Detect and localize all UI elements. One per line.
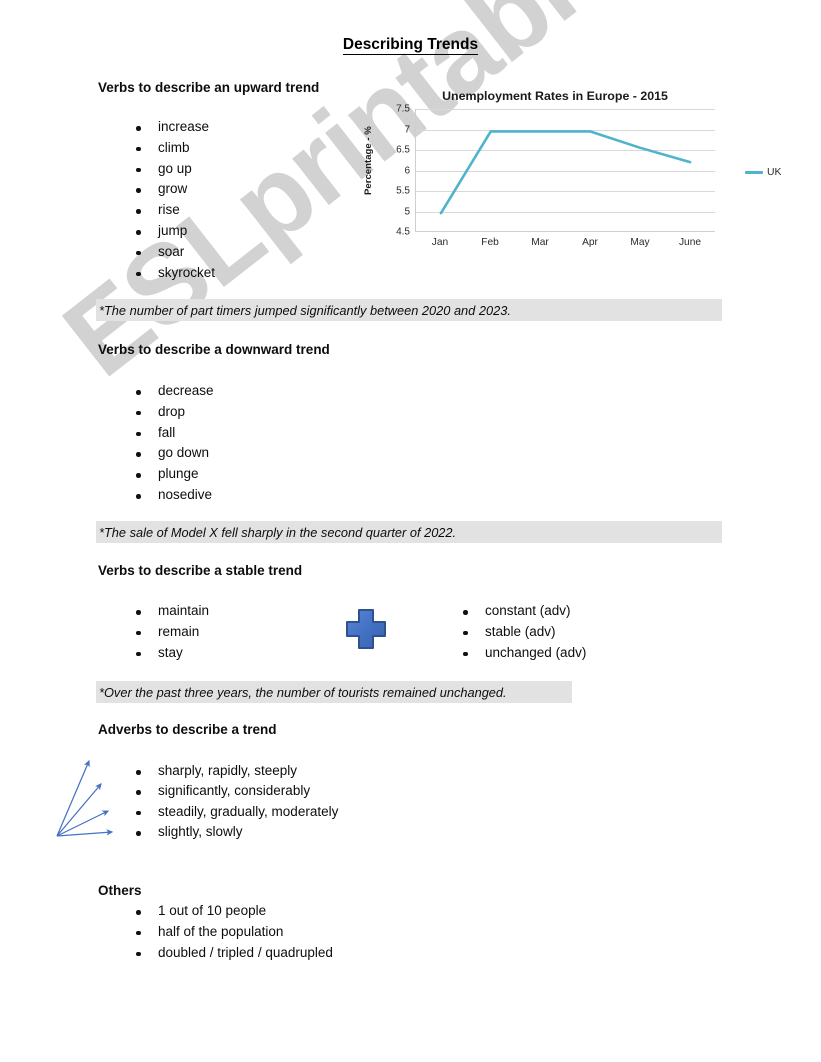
plus-shape-svg — [346, 609, 386, 649]
chart-y-tick-label: 4.5 — [396, 226, 410, 238]
list-item: stay — [128, 643, 209, 664]
list-downward-verbs: decrease drop fall go down plunge nosedi… — [128, 381, 214, 506]
blue-plus-icon — [344, 607, 388, 651]
list-item: go up — [128, 159, 215, 180]
example-banner-3: *Over the past three years, the number o… — [96, 681, 572, 703]
list-others: 1 out of 10 people half of the populatio… — [128, 901, 333, 963]
list-adverbs: sharply, rapidly, steeply significantly,… — [128, 761, 338, 843]
list-item: go down — [128, 443, 214, 464]
list-item: fall — [128, 423, 214, 444]
chart-y-axis-ticks: 4.5 5 5.5 6 6.5 7 7.5 — [376, 104, 410, 238]
example-text: *The number of part timers jumped signif… — [99, 302, 511, 318]
list-item: stable (adv) — [455, 622, 586, 643]
chart-y-tick-label: 6.5 — [396, 144, 410, 156]
chart-plot-area — [415, 109, 715, 232]
legend-swatch-uk — [745, 171, 763, 174]
list-item: decrease — [128, 381, 214, 402]
list-item: significantly, considerably — [128, 781, 338, 801]
list-item: jump — [128, 221, 215, 242]
list-item: doubled / tripled / quadrupled — [128, 943, 333, 964]
arrow-moderate — [56, 783, 102, 837]
example-text: *The sale of Model X fell sharply in the… — [99, 524, 457, 540]
chart-y-axis-label: Percentage - % — [363, 126, 374, 195]
trend-arrows-group — [50, 745, 130, 850]
list-item: increase — [128, 117, 215, 138]
legend-label-uk: UK — [767, 167, 782, 178]
list-item: maintain — [128, 601, 209, 622]
heading-downward-trend: Verbs to describe a downward trend — [98, 342, 330, 357]
unemployment-line-chart: Unemployment Rates in Europe - 2015 Perc… — [360, 85, 805, 275]
chart-title: Unemployment Rates in Europe - 2015 — [442, 89, 668, 103]
page-title-text: Describing Trends — [342, 36, 479, 55]
list-item: plunge — [128, 464, 214, 485]
chart-x-tick-label: Apr — [582, 237, 598, 248]
list-item: nosedive — [128, 485, 214, 506]
example-banner-1: *The number of part timers jumped signif… — [96, 299, 722, 321]
worksheet-page: Describing Trends Verbs to describe an u… — [0, 0, 821, 1062]
chart-legend: UK — [745, 167, 781, 178]
chart-x-tick-label: Feb — [481, 237, 499, 248]
list-item: remain — [128, 622, 209, 643]
list-stable-adverbs-right: constant (adv) stable (adv) unchanged (a… — [455, 601, 586, 663]
list-item: 1 out of 10 people — [128, 901, 333, 922]
list-item: unchanged (adv) — [455, 643, 586, 664]
list-item: drop — [128, 402, 214, 423]
example-text: *Over the past three years, the number o… — [99, 684, 507, 700]
chart-x-tick-label: Mar — [531, 237, 549, 248]
heading-stable-trend: Verbs to describe a stable trend — [98, 563, 303, 578]
list-item: skyrocket — [128, 263, 215, 284]
chart-y-tick-label: 6 — [404, 165, 410, 176]
list-item: soar — [128, 242, 215, 263]
heading-adverbs: Adverbs to describe a trend — [98, 722, 277, 737]
chart-y-tick-label: 7 — [404, 124, 410, 135]
list-item: steadily, gradually, moderately — [128, 802, 338, 822]
chart-line-uk — [439, 130, 692, 215]
heading-others: Others — [98, 883, 142, 898]
chart-series-svg — [439, 130, 692, 215]
list-item: half of the population — [128, 922, 333, 943]
list-item: climb — [128, 138, 215, 159]
list-item: rise — [128, 200, 215, 221]
heading-upward-trend: Verbs to describe an upward trend — [98, 80, 320, 95]
list-item: constant (adv) — [455, 601, 586, 622]
chart-y-tick-label: 5 — [404, 206, 410, 217]
chart-x-tick-label: June — [678, 237, 702, 248]
page-title: Describing Trends — [0, 36, 821, 55]
list-item: grow — [128, 179, 215, 200]
arrows-svg — [56, 759, 114, 837]
list-item: slightly, slowly — [128, 822, 338, 842]
chart-x-tick-label: May — [630, 237, 650, 248]
list-stable-verbs-left: maintain remain stay — [128, 601, 209, 663]
chart-x-tick-label: Jan — [431, 237, 449, 248]
list-item: sharply, rapidly, steeply — [128, 761, 338, 781]
chart-y-tick-label: 5.5 — [396, 185, 410, 197]
example-banner-2: *The sale of Model X fell sharply in the… — [96, 521, 722, 543]
arrow-steep — [56, 759, 90, 837]
chart-y-tick-label: 7.5 — [396, 103, 410, 115]
list-upward-verbs: increase climb go up grow rise jump soar… — [128, 117, 215, 283]
chart-x-axis-ticks: Jan Feb Mar Apr May June — [415, 237, 715, 253]
